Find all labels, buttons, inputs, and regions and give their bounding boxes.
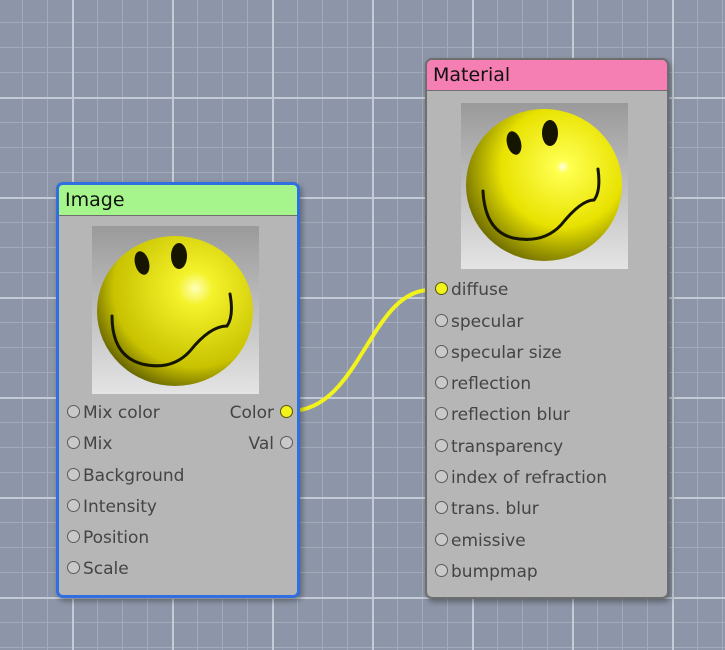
input-socket-icon[interactable]	[67, 530, 80, 543]
input-bumpmap[interactable]: bumpmap	[435, 560, 538, 584]
material-preview	[461, 103, 628, 269]
input-socket-icon[interactable]	[67, 499, 80, 512]
input-intensity[interactable]: Intensity	[67, 495, 157, 519]
output-color[interactable]: Color	[230, 401, 293, 425]
input-socket-icon[interactable]	[435, 376, 448, 389]
material-node-header[interactable]: Material	[427, 60, 667, 91]
input-specular-size[interactable]: specular size	[435, 341, 562, 365]
input-index-of-refraction[interactable]: index of refraction	[435, 466, 607, 490]
input-emissive[interactable]: emissive	[435, 529, 526, 553]
input-socket-icon[interactable]	[435, 564, 448, 577]
output-socket-icon[interactable]	[280, 436, 293, 449]
input-socket-icon[interactable]	[435, 501, 448, 514]
material-node-title: Material	[433, 64, 511, 86]
input-mix-color[interactable]: Mix color	[67, 401, 160, 425]
input-socket-icon[interactable]	[67, 561, 80, 574]
image-node-title: Image	[65, 189, 125, 211]
input-socket-icon[interactable]	[435, 439, 448, 452]
input-trans-blur[interactable]: trans. blur	[435, 497, 539, 521]
input-socket-icon[interactable]	[435, 470, 448, 483]
input-transparency[interactable]: transparency	[435, 435, 563, 459]
input-mix[interactable]: Mix	[67, 432, 112, 456]
image-node[interactable]: Image Mix color Mix Background Intensity…	[56, 182, 300, 598]
input-specular[interactable]: specular	[435, 310, 523, 334]
material-node[interactable]: Material diffuse specular specular size …	[425, 58, 669, 599]
input-socket-icon[interactable]	[435, 282, 448, 295]
input-scale[interactable]: Scale	[67, 557, 129, 581]
input-reflection[interactable]: reflection	[435, 372, 531, 396]
input-background[interactable]: Background	[67, 464, 184, 488]
input-socket-icon[interactable]	[67, 468, 80, 481]
image-preview	[92, 226, 259, 394]
input-socket-icon[interactable]	[435, 407, 448, 420]
connection-wire[interactable]	[289, 288, 431, 413]
input-socket-icon[interactable]	[435, 533, 448, 546]
smiley-ball-icon	[461, 103, 628, 269]
input-diffuse[interactable]: diffuse	[435, 278, 508, 302]
input-socket-icon[interactable]	[435, 314, 448, 327]
input-socket-icon[interactable]	[67, 436, 80, 449]
smiley-ball-icon	[92, 226, 259, 394]
input-reflection-blur[interactable]: reflection blur	[435, 403, 570, 427]
input-position[interactable]: Position	[67, 526, 149, 550]
image-node-header[interactable]: Image	[59, 185, 297, 216]
output-socket-icon[interactable]	[280, 405, 293, 418]
input-socket-icon[interactable]	[67, 405, 80, 418]
output-val[interactable]: Val	[249, 432, 293, 456]
input-socket-icon[interactable]	[435, 345, 448, 358]
